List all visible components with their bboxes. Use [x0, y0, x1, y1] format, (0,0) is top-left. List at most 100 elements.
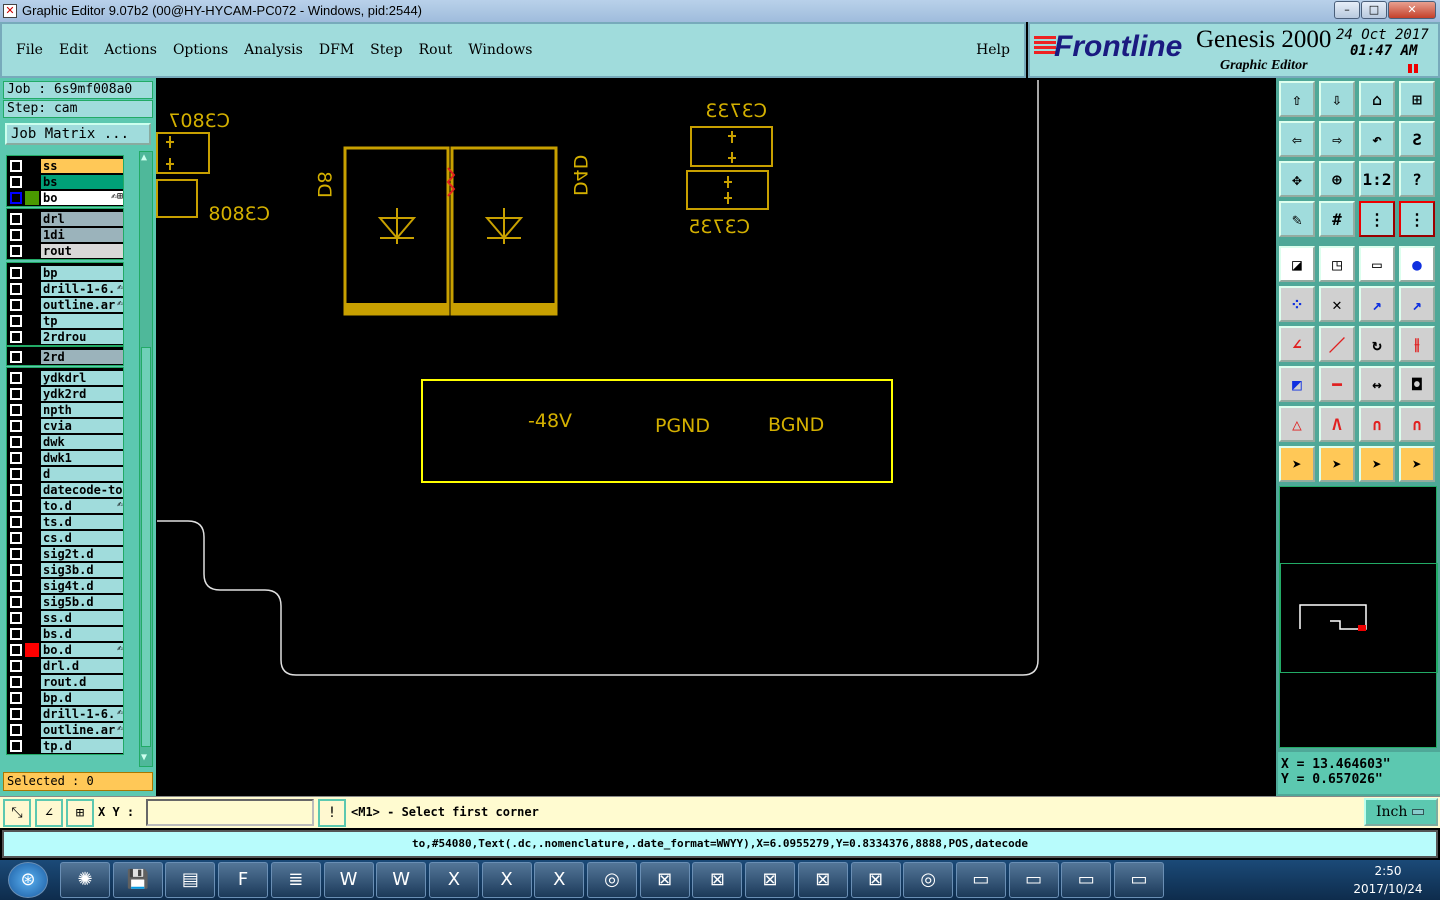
layer-checkbox[interactable] — [10, 351, 22, 363]
warning-button[interactable]: ! — [318, 799, 346, 827]
arc-a-button[interactable]: Λ — [1319, 406, 1355, 442]
help-button[interactable]: ? — [1399, 161, 1435, 197]
layer-checkbox[interactable] — [10, 564, 22, 576]
menu-rout[interactable]: Rout — [419, 42, 453, 58]
layer-checkbox[interactable] — [10, 283, 22, 295]
layer-name[interactable]: tp.d — [41, 739, 123, 753]
route-layer-button[interactable]: ⋮ — [1359, 201, 1395, 237]
mirror-button[interactable]: ⫲ — [1399, 326, 1435, 362]
pointer-poly-button[interactable]: ➤ — [1359, 446, 1395, 482]
taskbar-notepad-icon[interactable]: ≣ — [270, 862, 321, 898]
layer-name[interactable]: cvia — [41, 419, 123, 433]
taskbar-scanner-icon[interactable]: ▤ — [165, 862, 216, 898]
taskbar-word-icon[interactable]: W — [323, 862, 374, 898]
layer-name[interactable]: outline.ar — [41, 298, 123, 312]
layer-row[interactable]: sig5b.d — [7, 594, 125, 610]
layer-row[interactable]: tp.d — [7, 738, 125, 754]
taskbar-shell-icon[interactable]: ✺ — [60, 862, 110, 898]
rotate-button[interactable]: ↻ — [1359, 326, 1395, 362]
layer-checkbox[interactable] — [10, 692, 22, 704]
layer-checkbox[interactable] — [10, 245, 22, 257]
pause-icon[interactable] — [1408, 64, 1418, 73]
snap-button[interactable]: Ƨ — [1399, 121, 1435, 157]
layer-row[interactable]: ss.d — [7, 610, 125, 626]
layer-name[interactable]: bs.d — [41, 627, 123, 641]
layer-checkbox[interactable] — [10, 500, 22, 512]
menu-windows[interactable]: Windows — [468, 42, 532, 58]
minimize-button[interactable]: – — [1334, 1, 1360, 19]
scroll-up-icon[interactable]: ▲ — [141, 152, 151, 164]
ruler-button[interactable]: ▭ — [1359, 246, 1395, 282]
taskbar-window-icon[interactable]: ▭ — [955, 862, 1006, 898]
layer-name[interactable]: rout.d — [41, 675, 123, 689]
layer-checkbox[interactable] — [10, 404, 22, 416]
taskbar-excel-icon[interactable]: X — [481, 862, 532, 898]
layer-row[interactable]: ydk2rd — [7, 386, 125, 402]
menu-help[interactable]: Help — [976, 42, 1010, 58]
overlap-button[interactable]: ◘ — [1399, 366, 1435, 402]
menu-edit[interactable]: Edit — [59, 42, 88, 58]
layer-checkbox[interactable] — [10, 628, 22, 640]
layer-row[interactable]: ydkdrl — [7, 370, 125, 386]
pan-down-button[interactable]: ⇩ — [1319, 81, 1355, 117]
layer-name[interactable]: 2rd — [41, 350, 123, 364]
connect-button[interactable]: ⁘ — [1279, 286, 1315, 322]
overview-map[interactable] — [1279, 486, 1438, 748]
layer-name[interactable]: 1di — [41, 228, 123, 242]
layer-name[interactable]: npth — [41, 403, 123, 417]
layer-name[interactable]: sig2t.d — [41, 547, 123, 561]
layer-checkbox[interactable] — [10, 516, 22, 528]
layer-checkbox[interactable] — [10, 160, 22, 172]
layer-row[interactable]: 2rd — [7, 349, 125, 365]
layer-name[interactable]: rout — [41, 244, 123, 258]
undo-view-button[interactable]: ↶ — [1359, 121, 1395, 157]
layer-checkbox[interactable] — [10, 229, 22, 241]
layer-checkbox[interactable] — [10, 724, 22, 736]
layer-row[interactable]: cvia — [7, 418, 125, 434]
layer-checkbox[interactable] — [10, 372, 22, 384]
layer-name[interactable]: drl.d — [41, 659, 123, 673]
system-clock[interactable]: 2:50 2017/10/24 — [1340, 862, 1436, 898]
menu-actions[interactable]: Actions — [104, 42, 157, 58]
layer-checkbox[interactable] — [10, 708, 22, 720]
layer-name[interactable]: outline.ar — [41, 723, 123, 737]
layer-row[interactable]: drl.d — [7, 658, 125, 674]
layer-row[interactable]: bs — [7, 174, 125, 190]
layer-name[interactable]: cs.d — [41, 531, 123, 545]
menu-analysis[interactable]: Analysis — [244, 42, 303, 58]
taskbar-excel-icon[interactable]: X — [428, 862, 479, 898]
taskbar-genesis-icon[interactable]: ⊠ — [745, 862, 796, 898]
layer-checkbox[interactable] — [10, 452, 22, 464]
arc-bridge-button[interactable]: ∩ — [1359, 406, 1395, 442]
layer-name[interactable]: dwk1 — [41, 451, 123, 465]
taskbar-frontline-icon[interactable]: F — [218, 862, 269, 898]
close-button[interactable]: ✕ — [1388, 1, 1436, 19]
layer-checkbox[interactable] — [10, 468, 22, 480]
layer-checkbox[interactable] — [10, 331, 22, 343]
layer-row[interactable]: bo.d ✍ — [7, 642, 125, 658]
pointer-box-button[interactable]: ➤ — [1319, 446, 1355, 482]
layer-checkbox[interactable] — [10, 484, 22, 496]
taskbar-disc-icon[interactable]: ◎ — [587, 862, 637, 898]
layer-checkbox[interactable] — [10, 612, 22, 624]
taskbar-genesis-icon[interactable]: ⊠ — [797, 862, 848, 898]
taskbar-save-icon[interactable]: 💾 — [112, 862, 163, 898]
layer-name[interactable]: to.d — [41, 499, 123, 513]
layer-name[interactable]: drl — [41, 212, 123, 226]
line-center-button[interactable]: ━ — [1319, 366, 1355, 402]
layer-name[interactable]: bp — [41, 266, 123, 280]
layer-name[interactable]: d — [41, 467, 123, 481]
measure-angle-icon[interactable]: ∠ — [35, 799, 63, 827]
layer-checkbox[interactable] — [10, 580, 22, 592]
taskbar-genesis-icon[interactable]: ⊠ — [692, 862, 743, 898]
move-window-button[interactable]: ◳ — [1319, 246, 1355, 282]
menu-dfm[interactable]: DFM — [319, 42, 354, 58]
menu-step[interactable]: Step — [370, 42, 402, 58]
layer-name[interactable]: drill-1-6. — [41, 707, 123, 721]
xy-input[interactable] — [146, 799, 314, 826]
layer-checkbox[interactable] — [10, 388, 22, 400]
home-button[interactable]: ⌂ — [1359, 81, 1395, 117]
layer-row[interactable]: dwk — [7, 434, 125, 450]
layer-checkbox[interactable] — [10, 644, 22, 656]
unit-selector[interactable]: Inch — [1364, 798, 1438, 826]
